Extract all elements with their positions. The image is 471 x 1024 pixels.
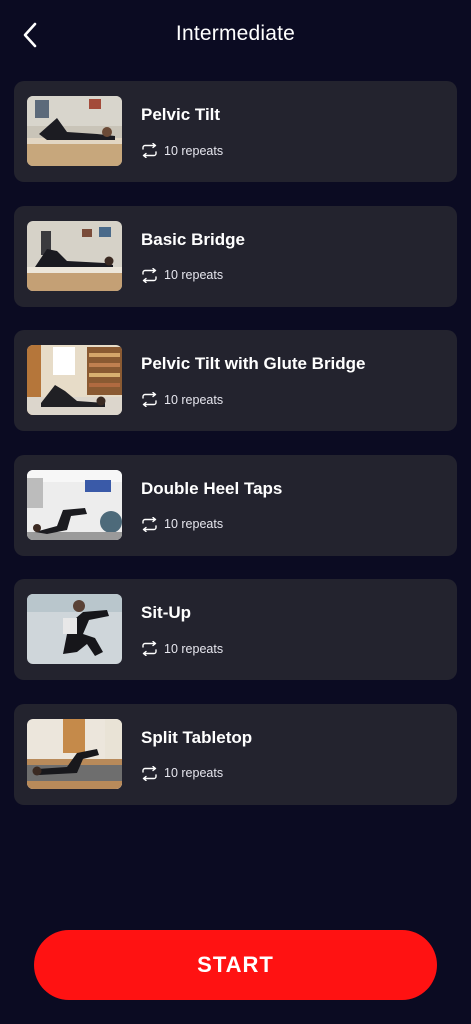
exercise-repeats: 10 repeats: [141, 267, 224, 283]
exercise-repeats: 10 repeats: [141, 765, 224, 781]
exercise-name: Basic Bridge: [141, 229, 245, 249]
exercise-repeats: 10 repeats: [141, 392, 224, 408]
exercise-thumbnail: [27, 96, 122, 166]
exercise-card[interactable]: Pelvic Tilt 10 repeats: [14, 81, 457, 182]
exercise-name: Sit-Up: [141, 603, 192, 623]
repeats-label: 10 repeats: [164, 641, 224, 656]
exercise-repeats: 10 repeats: [141, 143, 223, 158]
exercise-thumbnail: [27, 345, 122, 416]
exercise-name: Double Heel Taps: [141, 478, 283, 498]
exercise-thumbnail: [27, 469, 122, 540]
exercise-name: Pelvic Tilt: [141, 105, 221, 124]
exercise-thumbnail: [27, 220, 122, 291]
repeats-label: 10 repeats: [164, 766, 224, 781]
repeat-icon: [142, 392, 157, 408]
repeats-label: 10 repeats: [164, 517, 224, 532]
header: Intermediate: [0, 0, 471, 72]
exercise-thumbnail: [27, 594, 122, 665]
exercise-thumbnail: [27, 718, 122, 789]
exercise-list: Pelvic Tilt 10 repeats Basic Bridge 10 r…: [14, 81, 457, 829]
exercise-card[interactable]: Sit-Up 10 repeats: [14, 579, 457, 681]
exercise-name: Split Tabletop: [141, 727, 253, 747]
repeat-icon: [142, 143, 157, 158]
exercise-repeats: 10 repeats: [141, 516, 224, 532]
exercise-name: Pelvic Tilt with Glute Bridge: [141, 354, 366, 374]
repeats-label: 10 repeats: [164, 392, 224, 407]
repeat-icon: [142, 765, 157, 781]
repeat-icon: [142, 516, 157, 532]
start-button[interactable]: START: [34, 930, 437, 1000]
repeat-icon: [142, 641, 157, 657]
repeat-icon: [142, 267, 157, 283]
exercise-card[interactable]: Split Tabletop 10 repeats: [14, 703, 457, 805]
workout-screen: Intermediate Pelvic Tilt 10 repeats Basi…: [0, 0, 471, 1024]
exercise-repeats: 10 repeats: [141, 641, 224, 657]
repeats-label: 10 repeats: [164, 143, 224, 158]
repeats-label: 10 repeats: [164, 268, 224, 283]
exercise-card[interactable]: Basic Bridge 10 repeats: [14, 205, 457, 307]
exercise-card[interactable]: Double Heel Taps 10 repeats: [14, 454, 457, 556]
exercise-card[interactable]: Pelvic Tilt with Glute Bridge 10 repeats: [14, 330, 457, 432]
page-title: Intermediate: [175, 22, 296, 45]
